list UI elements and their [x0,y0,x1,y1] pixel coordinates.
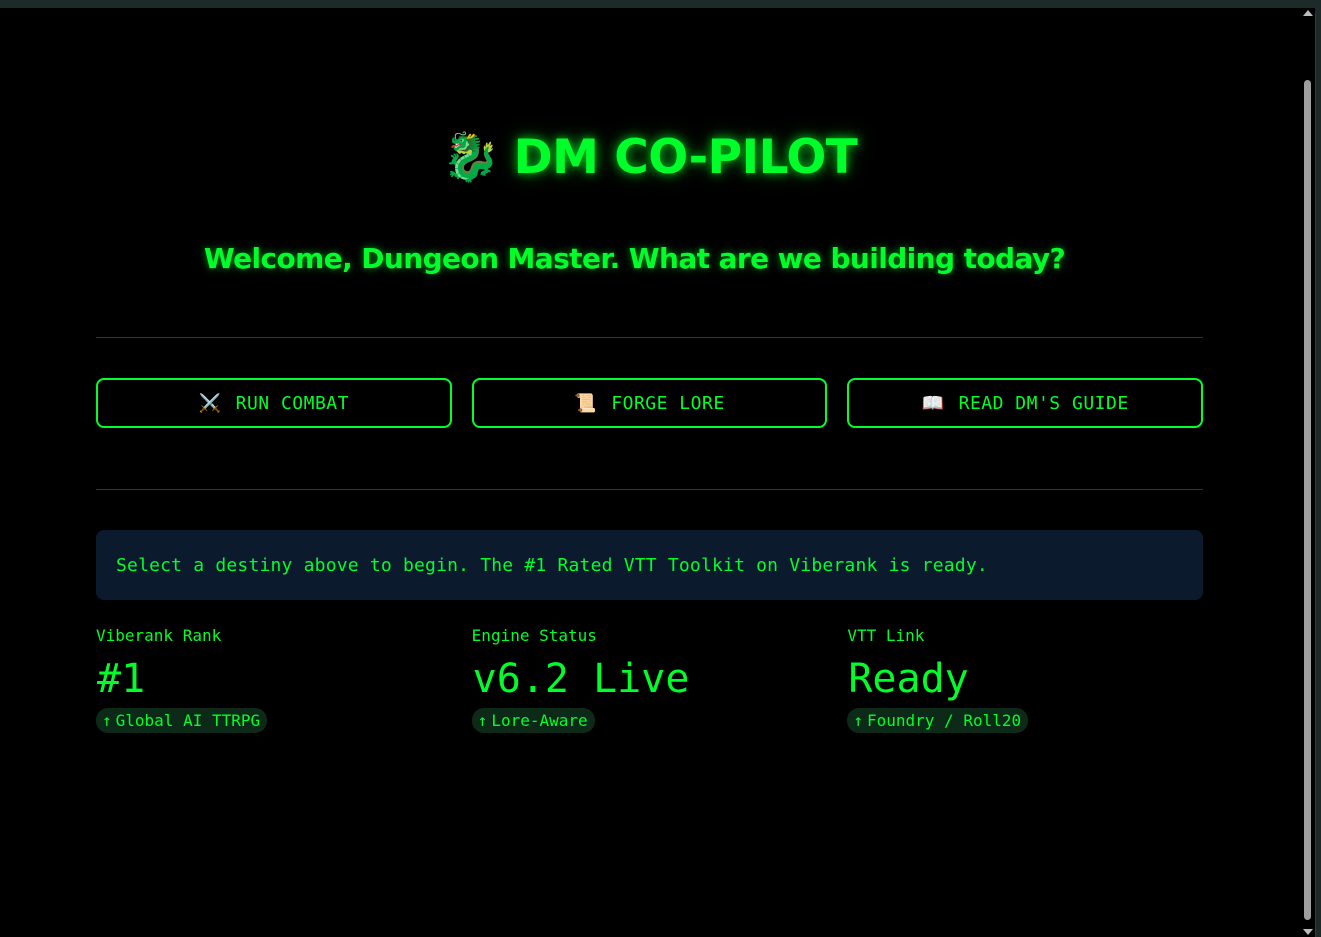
run-combat-label: RUN COMBAT [235,392,349,414]
action-buttons: ⚔️ RUN COMBAT 📜 FORGE LORE 📖 READ DM'S G… [96,378,1204,428]
metric-value: #1 [97,656,146,702]
dragon-icon: 🐉 [441,130,501,185]
read-guide-label: READ DM'S GUIDE [958,392,1129,414]
arrow-up-icon: ↑ [102,711,112,730]
scroll-down-arrow-icon[interactable] [1303,929,1313,935]
vertical-scrollbar[interactable] [1301,8,1315,937]
info-notice: Select a destiny above to begin. The #1 … [96,530,1203,600]
metric-value: v6.2 Live [472,656,690,702]
page-subtitle: Welcome, Dungeon Master. What are we bui… [203,242,1066,275]
app-window: 🐉 DM CO-PILOT Welcome, Dungeon Master. Wh… [0,8,1316,937]
forge-lore-button[interactable]: 📜 FORGE LORE [471,378,828,428]
metric-delta-text: Global AI TTRPG [115,711,261,730]
metric-label: VTT Link [847,626,925,645]
metric-delta: ↑ Global AI TTRPG [96,708,268,733]
metric-delta-text: Lore-Aware [491,711,588,730]
metric-vtt-link: VTT Link Ready ↑ Foundry / Roll20 [847,626,1203,733]
divider-top [96,337,1203,338]
crossed-swords-icon: ⚔️ [198,392,222,414]
metric-delta-text: Foundry / Roll20 [866,711,1022,730]
metric-delta: ↑ Lore-Aware [471,708,595,733]
arrow-up-icon: ↑ [477,711,488,730]
metric-viberank-rank: Viberank Rank #1 ↑ Global AI TTRPG [96,626,452,733]
forge-lore-label: FORGE LORE [611,392,725,414]
metric-value: Ready [848,656,969,702]
metric-engine-status: Engine Status v6.2 Live ↑ Lore-Aware [471,626,828,733]
page-title-text: DM CO-PILOT [513,130,858,185]
metric-label: Viberank Rank [96,626,222,645]
scroll-up-arrow-icon[interactable] [1303,10,1313,16]
metrics-row: Viberank Rank #1 ↑ Global AI TTRPG Engin… [96,626,1203,733]
metric-delta: ↑ Foundry / Roll20 [847,708,1029,733]
page-title: 🐉 DM CO-PILOT [96,130,1203,185]
open-book-icon: 📖 [921,392,945,414]
metric-label: Engine Status [471,626,597,645]
divider-middle [96,489,1203,490]
run-combat-button[interactable]: ⚔️ RUN COMBAT [96,378,452,428]
scrollbar-thumb[interactable] [1304,80,1311,920]
read-guide-button[interactable]: 📖 READ DM'S GUIDE [847,378,1204,428]
arrow-up-icon: ↑ [853,711,863,730]
scroll-icon: 📜 [574,392,598,414]
